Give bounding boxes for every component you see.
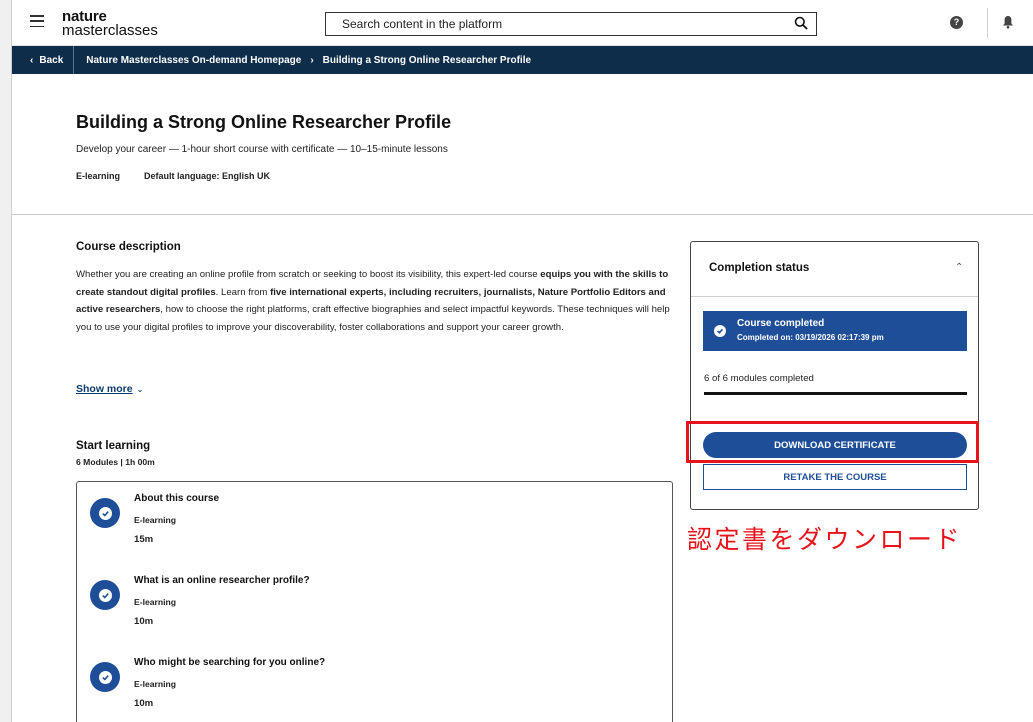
card-divider [691,296,978,297]
search-input[interactable]: Search content in the platform [325,12,817,36]
show-more-label: Show more [76,383,133,395]
list-item[interactable]: What is an online researcher profile? E-… [77,564,672,634]
status-badge: Course completed Completed on: 03/19/202… [703,311,967,351]
description-text: , how to choose the right platforms, cra… [76,304,670,333]
search-placeholder: Search content in the platform [342,17,503,31]
chevron-down-icon: ⌄ [136,385,144,394]
status-title: Course completed [737,318,825,329]
search-icon[interactable] [794,16,808,30]
modules-list: About this course E-learning 15m What is… [76,481,673,722]
header-divider [987,8,988,38]
description-heading: Course description [76,241,181,253]
progress-fill [704,392,967,395]
retake-course-button[interactable]: RETAKE THE COURSE [703,464,967,490]
course-meta: E-learning Default language: English UK [76,171,270,181]
show-more-link[interactable]: Show more ⌄ [76,383,143,395]
breadcrumb-link-homepage[interactable]: Nature Masterclasses On-demand Homepage [86,55,301,66]
status-detail: Completed on: 03/19/2026 02:17:39 pm [737,333,884,342]
site-logo[interactable]: nature masterclasses [62,9,158,38]
back-button[interactable]: ‹ Back [12,46,75,74]
module-type: E-learning [134,515,177,525]
page-title: Building a Strong Online Researcher Prof… [76,112,452,132]
check-circle-icon [90,662,120,692]
course-hero: Building a Strong Online Researcher Prof… [12,74,1033,215]
breadcrumb-current: Building a Strong Online Researcher Prof… [322,54,532,66]
window-frame-edge [0,0,12,722]
module-title: What is an online researcher profile? [134,575,310,586]
course-description: Whether you are creating an online profi… [76,266,676,336]
description-text: Whether you are creating an online profi… [76,269,541,280]
module-title: Who might be searching for you online? [134,657,326,668]
modules-meta: 6 Modules | 1h 00m [76,457,155,467]
description-text: . Learn from [215,286,271,298]
course-language: Default language: English UK [144,171,271,181]
list-item[interactable]: About this course E-learning 15m [77,482,672,552]
completion-status-card: Completion status ⌃ Course completed Com… [690,241,979,510]
chevron-right-icon: › [310,54,314,66]
logo-line-2: masterclasses [62,22,158,39]
chevron-up-icon[interactable]: ⌃ [955,262,963,273]
module-duration: 10m [134,698,154,709]
progress-bar [704,392,967,395]
check-circle-icon [90,580,120,610]
annotation-label: 認定書をダウンロード [687,525,963,554]
chevron-left-icon: ‹ [30,54,34,66]
module-duration: 15m [134,534,154,545]
module-type: E-learning [134,597,177,607]
check-circle-icon [90,498,120,528]
bell-icon[interactable] [1002,15,1014,29]
module-duration: 10m [134,616,154,627]
module-type: E-learning [134,679,177,689]
course-subtitle: Develop your career — 1-hour short cours… [76,144,448,155]
breadcrumb: ‹ Back Nature Masterclasses On-demand Ho… [12,46,1033,74]
check-circle-icon [714,325,726,337]
back-label: Back [39,54,64,66]
start-learning-heading: Start learning [76,440,151,452]
top-header: nature masterclasses Search content in t… [12,0,1033,46]
completion-heading: Completion status [709,262,810,274]
highlight-box [686,421,979,463]
menu-icon[interactable] [30,15,44,27]
list-item[interactable]: Who might be searching for you online? E… [77,646,672,716]
help-icon[interactable]: ? [950,16,963,29]
modules-completed: 6 of 6 modules completed [704,373,814,384]
course-type: E-learning [76,171,121,181]
module-title: About this course [134,493,220,504]
